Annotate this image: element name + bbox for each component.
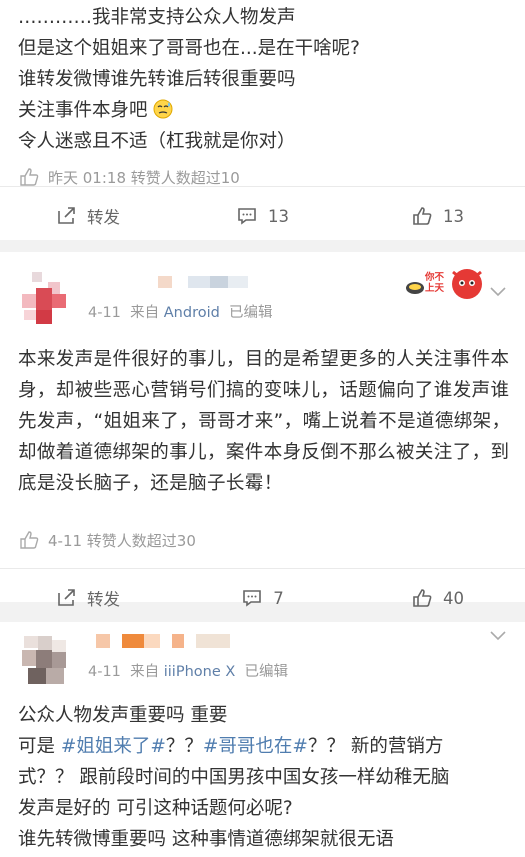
post-line: 关注事件本身吧: [18, 95, 507, 126]
post-text-fragment: 可是: [18, 736, 61, 757]
like-small-icon: [20, 168, 39, 186]
like-button[interactable]: 40: [350, 587, 525, 609]
post-line-text: 关注事件本身吧: [18, 100, 148, 121]
source-prefix: 来自: [130, 664, 160, 680]
post-meta-text: 4-11 转赞人数超过30: [48, 531, 196, 550]
post-card-2: 4-11 来自 Android 已编辑 你不上天 本来发声是件很好的事儿，目的是…: [0, 252, 525, 609]
source-prefix: 来自: [130, 305, 160, 321]
post-meta-text: 昨天 01:18 转赞人数超过10: [48, 168, 240, 187]
post-line: 谁先转微博重要吗 这种事情道德绑架就很无语: [18, 829, 394, 850]
comment-icon: [243, 590, 262, 607]
username-pixelated[interactable]: [158, 276, 248, 288]
repost-icon: [58, 207, 75, 224]
post-body: …………我非常支持公众人物发声 但是这个姐姐来了哥哥也在...是在干啥呢? 谁转…: [0, 0, 525, 157]
sweat-emoji-icon: [153, 98, 173, 119]
post-card-3: 4-11 来自 iiiPhone X 已编辑 公众人物发声重要吗 重要 可是 #…: [0, 622, 525, 857]
post-source: 4-11 来自 Android 已编辑: [88, 301, 273, 322]
like-small-icon: [20, 531, 39, 549]
chevron-down-icon[interactable]: [489, 630, 507, 642]
like-count: 13: [443, 206, 464, 226]
sticker-text: 你不上天: [425, 272, 445, 294]
like-icon: [413, 589, 432, 607]
repost-label: 转发: [87, 590, 120, 609]
like-icon: [413, 207, 432, 225]
source-device[interactable]: iiiPhone X: [164, 664, 236, 680]
repost-label: 转发: [87, 208, 120, 227]
post-text-fragment: ？？ 新的营销方: [307, 736, 444, 757]
avatar[interactable]: [18, 268, 78, 328]
post-time: 4-11: [88, 664, 121, 680]
post-author: 4-11 来自 Android 已编辑 你不上天: [0, 252, 525, 332]
action-bar: 转发 7 40: [0, 568, 525, 627]
post-line: 令人迷惑且不适（杠我就是你对）: [18, 131, 296, 152]
post-line: 式？？ 跟前段时间的中国男孩中国女孩一样幼稚无脑: [18, 767, 450, 788]
action-bar: 转发 13 13: [0, 186, 525, 245]
post-text: 本来发声是件很好的事儿，目的是希望更多的人关注事件本身，却被些恶心营销号们搞的变…: [18, 349, 511, 494]
like-button[interactable]: 13: [350, 205, 525, 227]
decoration-sticker: 你不上天: [405, 266, 485, 302]
post-meta: 4-11 转赞人数超过30: [0, 522, 214, 558]
topic-link[interactable]: #哥哥也在#: [203, 736, 308, 757]
post-line: …………我非常支持公众人物发声: [18, 7, 296, 28]
comment-count: 13: [268, 206, 289, 226]
comment-count: 7: [273, 588, 284, 608]
post-line: 可是 #姐姐来了#？？#哥哥也在#？？ 新的营销方: [18, 731, 507, 762]
repost-button[interactable]: 转发: [0, 586, 175, 610]
post-line: 公众人物发声重要吗 重要: [18, 705, 228, 726]
post-card-1: …………我非常支持公众人物发声 但是这个姐姐来了哥哥也在...是在干啥呢? 谁转…: [0, 0, 525, 240]
comment-icon: [238, 208, 256, 225]
repost-icon: [58, 589, 75, 606]
topic-link[interactable]: #姐姐来了#: [61, 736, 166, 757]
post-time: 4-11: [88, 305, 121, 321]
post-line: 但是这个姐姐来了哥哥也在...是在干啥呢?: [18, 38, 360, 59]
post-line: 谁转发微博谁先转谁后转很重要吗: [18, 69, 296, 90]
post-body: 本来发声是件很好的事儿，目的是希望更多的人关注事件本身，却被些恶心营销号们搞的变…: [0, 332, 525, 499]
post-text-fragment: ？？: [165, 736, 203, 757]
post-source: 4-11 来自 iiiPhone X 已编辑: [88, 660, 288, 681]
edited-badge: 已编辑: [244, 664, 289, 680]
avatar[interactable]: [18, 632, 78, 692]
source-device[interactable]: Android: [164, 305, 220, 321]
comment-button[interactable]: 13: [175, 205, 350, 227]
comment-button[interactable]: 7: [175, 587, 350, 609]
edited-badge: 已编辑: [229, 305, 273, 321]
username-pixelated[interactable]: [96, 634, 230, 648]
repost-button[interactable]: 转发: [0, 204, 175, 228]
post-author: 4-11 来自 iiiPhone X 已编辑: [0, 622, 525, 700]
post-body: 公众人物发声重要吗 重要 可是 #姐姐来了#？？#哥哥也在#？？ 新的营销方 式…: [0, 700, 525, 855]
like-count: 40: [443, 588, 464, 608]
post-line: 发声是好的 可引这种话题何必呢?: [18, 798, 293, 819]
chevron-down-icon[interactable]: [489, 286, 507, 298]
